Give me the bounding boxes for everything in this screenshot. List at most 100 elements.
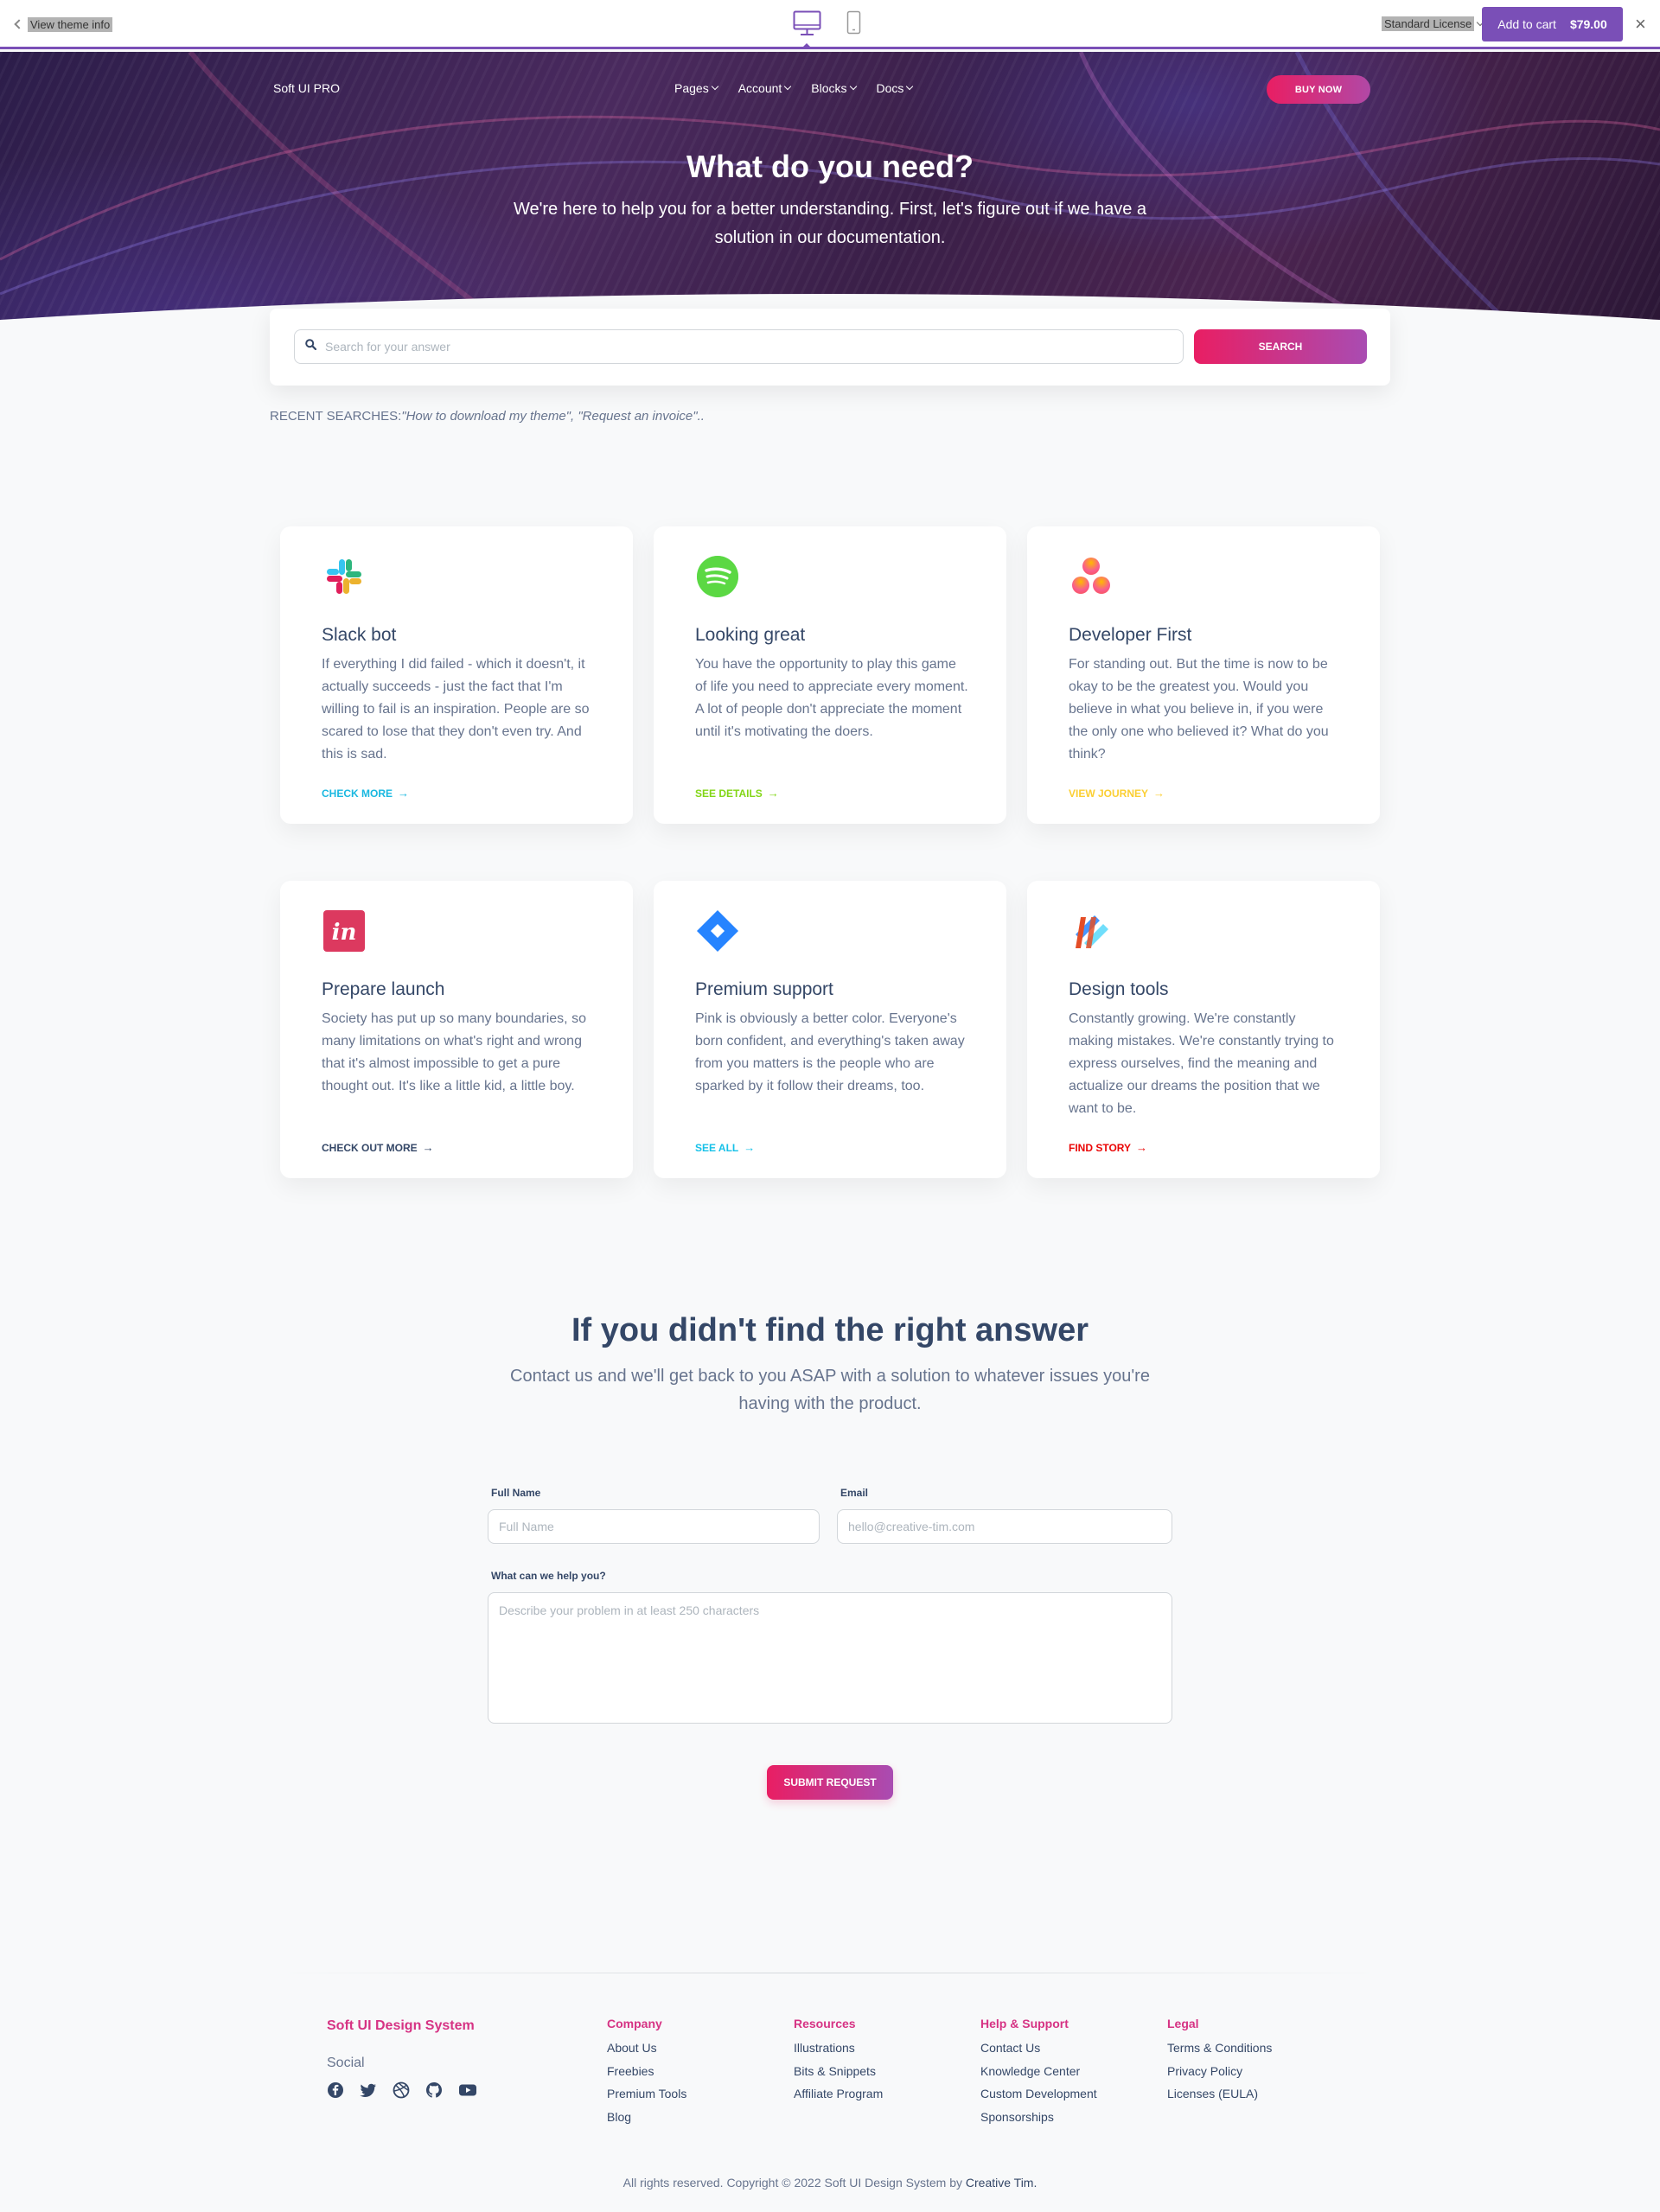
help-label: What can we help you?	[491, 1570, 606, 1582]
footer-column-heading: Legal	[1167, 2017, 1199, 2030]
social-links	[327, 2081, 476, 2099]
add-to-cart-button[interactable]: Add to cart $79.00	[1482, 7, 1623, 41]
card-title: Design tools	[1069, 979, 1169, 999]
help-textarea[interactable]	[488, 1592, 1172, 1724]
footer-link[interactable]: Blog	[607, 2106, 686, 2129]
footer-link[interactable]: Licenses (EULA)	[1167, 2082, 1272, 2106]
copyright: All rights reserved. Copyright © 2022 So…	[0, 2176, 1660, 2190]
card-link[interactable]: View journey →	[1069, 787, 1165, 800]
arrow-right-icon: →	[1136, 1141, 1148, 1154]
card-text: Society has put up so many boundaries, s…	[322, 1011, 586, 1093]
footer-link[interactable]: Premium Tools	[607, 2082, 686, 2106]
feature-card: Looking great You have the opportunity t…	[654, 526, 1006, 824]
creative-tim-link[interactable]: Creative Tim.	[966, 2176, 1037, 2190]
card-title: Developer First	[1069, 625, 1192, 645]
asana-icon	[1069, 554, 1114, 599]
card-title: Slack bot	[322, 625, 397, 645]
footer-link[interactable]: Custom Development	[980, 2082, 1097, 2106]
footer-column-help-support: Help & Support Contact Us Knowledge Cent…	[980, 2017, 1097, 2128]
brand-link[interactable]: Soft UI PRO	[273, 81, 340, 95]
facebook-icon[interactable]	[327, 2081, 344, 2099]
arrow-right-icon: →	[767, 787, 779, 800]
nav-item-pages[interactable]: Pages	[674, 81, 718, 95]
footer-link[interactable]: Knowledge Center	[980, 2060, 1097, 2083]
footer-column-heading: Company	[607, 2017, 662, 2030]
hero-section: Soft UI PRO Pages Account Blocks Docs BU…	[0, 52, 1660, 350]
mobile-view-icon[interactable]	[846, 10, 861, 39]
feature-card: in Prepare launch Society has put up so …	[280, 881, 633, 1178]
footer-link[interactable]: Affiliate Program	[794, 2082, 883, 2106]
nav-item-blocks[interactable]: Blocks	[811, 81, 857, 95]
invision-icon: in	[322, 908, 367, 953]
youtube-icon[interactable]	[458, 2081, 476, 2099]
dribbble-icon[interactable]	[393, 2081, 410, 2099]
feature-card: Premium support Pink is obviously a bett…	[654, 881, 1006, 1178]
footer-link[interactable]: About Us	[607, 2037, 686, 2060]
submit-request-button[interactable]: SUBMIT REQUEST	[767, 1765, 893, 1800]
search-card: SEARCH	[270, 309, 1390, 386]
footer-link[interactable]: Privacy Policy	[1167, 2060, 1272, 2083]
card-link[interactable]: Check more →	[322, 787, 409, 800]
license-label: Standard License	[1382, 16, 1475, 31]
recent-searches: Recent searches:"How to download my them…	[270, 409, 705, 424]
add-to-cart-label: Add to cart	[1497, 17, 1556, 31]
feature-card: Developer First For standing out. But th…	[1027, 526, 1380, 824]
feature-card: Design tools Constantly growing. We're c…	[1027, 881, 1380, 1178]
arrow-right-icon: →	[398, 787, 410, 800]
card-link[interactable]: Check out more →	[322, 1141, 434, 1154]
nav-item-label: Pages	[674, 81, 709, 95]
preview-topbar: View theme info Standard License Add to …	[0, 0, 1660, 49]
navbar: Soft UI PRO Pages Account Blocks Docs BU…	[273, 75, 1371, 104]
copyright-text: All rights reserved. Copyright © 2022 So…	[622, 2176, 962, 2190]
email-label: Email	[840, 1487, 869, 1499]
xd-icon	[1069, 908, 1114, 953]
close-icon[interactable]: ×	[1635, 15, 1646, 34]
card-text: Constantly growing. We're constantly mak…	[1069, 1011, 1334, 1116]
footer-brand[interactable]: Soft UI Design System	[327, 2018, 475, 2034]
card-link[interactable]: Find story →	[1069, 1141, 1147, 1154]
card-title: Premium support	[695, 979, 833, 999]
jira-icon	[695, 908, 740, 953]
arrow-right-icon: →	[1153, 787, 1165, 800]
card-link-label: Find story	[1069, 1141, 1132, 1154]
card-text: If everything I did failed - which it do…	[322, 657, 590, 762]
contact-title: If you didn't find the right answer	[571, 1312, 1089, 1348]
slack-icon	[322, 554, 367, 599]
email-input[interactable]	[837, 1509, 1172, 1544]
nav-menu: Pages Account Blocks Docs	[674, 81, 933, 95]
footer-link[interactable]: Bits & Snippets	[794, 2060, 883, 2083]
card-link-label: See details	[695, 787, 763, 800]
chevron-down-icon	[906, 82, 914, 91]
nav-item-label: Account	[737, 81, 782, 95]
svg-text:in: in	[332, 920, 357, 946]
card-title: Prepare launch	[322, 979, 445, 999]
chevron-down-icon	[849, 82, 857, 91]
nav-item-docs[interactable]: Docs	[876, 81, 914, 95]
search-button[interactable]: SEARCH	[1194, 329, 1367, 364]
buy-now-button[interactable]: BUY NOW	[1267, 75, 1370, 104]
twitter-icon[interactable]	[360, 2081, 377, 2099]
card-text: For standing out. But the time is now to…	[1069, 657, 1329, 762]
card-link[interactable]: See details →	[695, 787, 779, 800]
recent-searches-items[interactable]: "How to download my theme", "Request an …	[401, 409, 705, 424]
full-name-input[interactable]	[488, 1509, 820, 1544]
social-title: Social	[327, 2056, 365, 2070]
github-icon[interactable]	[425, 2081, 443, 2099]
footer-link[interactable]: Terms & Conditions	[1167, 2037, 1272, 2060]
footer-column-company: Company About Us Freebies Premium Tools …	[607, 2017, 686, 2128]
license-select[interactable]: Standard License	[1382, 16, 1484, 31]
desktop-view-icon[interactable]	[793, 10, 821, 41]
footer-link[interactable]: Freebies	[607, 2060, 686, 2083]
footer-link[interactable]: Sponsorships	[980, 2106, 1097, 2129]
nav-item-label: Docs	[876, 81, 904, 95]
view-theme-info-button[interactable]: View theme info	[14, 16, 113, 33]
footer-link[interactable]: Illustrations	[794, 2037, 883, 2060]
nav-item-account[interactable]: Account	[737, 81, 792, 95]
card-text: You have the opportunity to play this ga…	[695, 657, 968, 739]
card-link-label: Check more	[322, 787, 393, 800]
footer-link[interactable]: Contact Us	[980, 2037, 1097, 2060]
card-link[interactable]: See all →	[695, 1141, 755, 1154]
view-theme-info-label: View theme info	[28, 16, 113, 32]
search-input[interactable]	[325, 340, 1159, 354]
arrow-right-icon: →	[422, 1141, 434, 1154]
